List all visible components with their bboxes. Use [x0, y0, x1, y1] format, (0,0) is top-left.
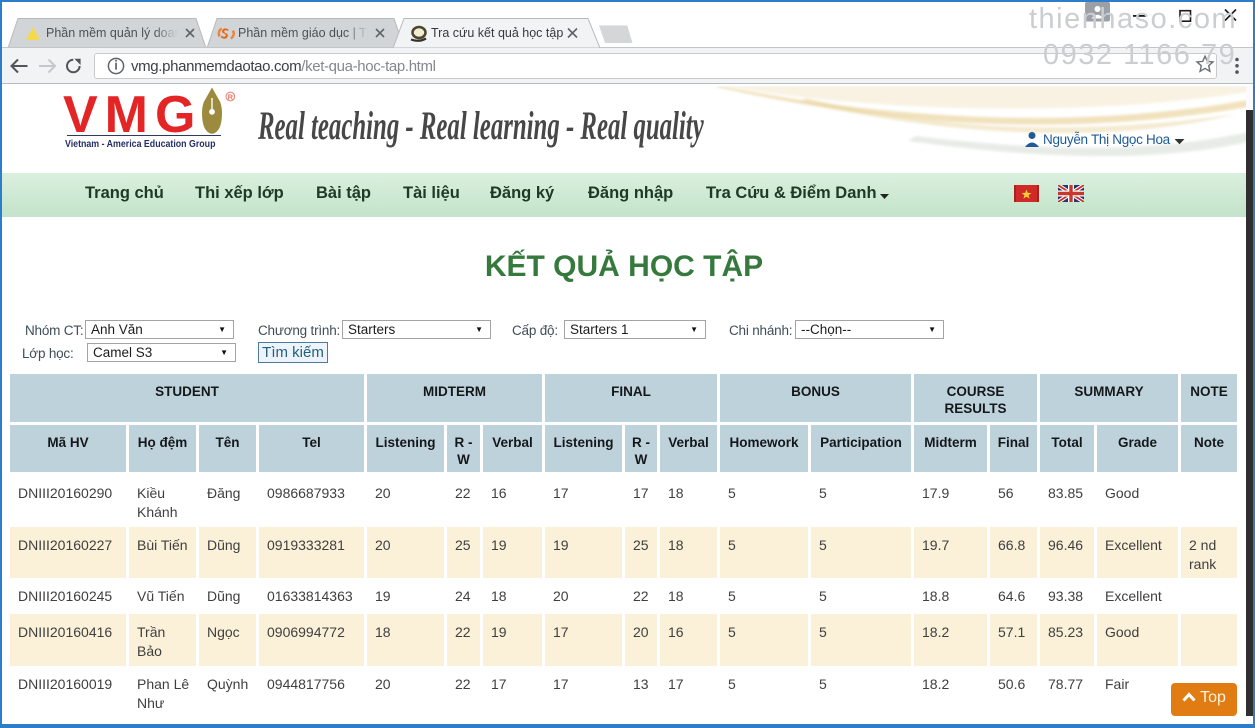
svg-text:R: R — [228, 92, 234, 101]
